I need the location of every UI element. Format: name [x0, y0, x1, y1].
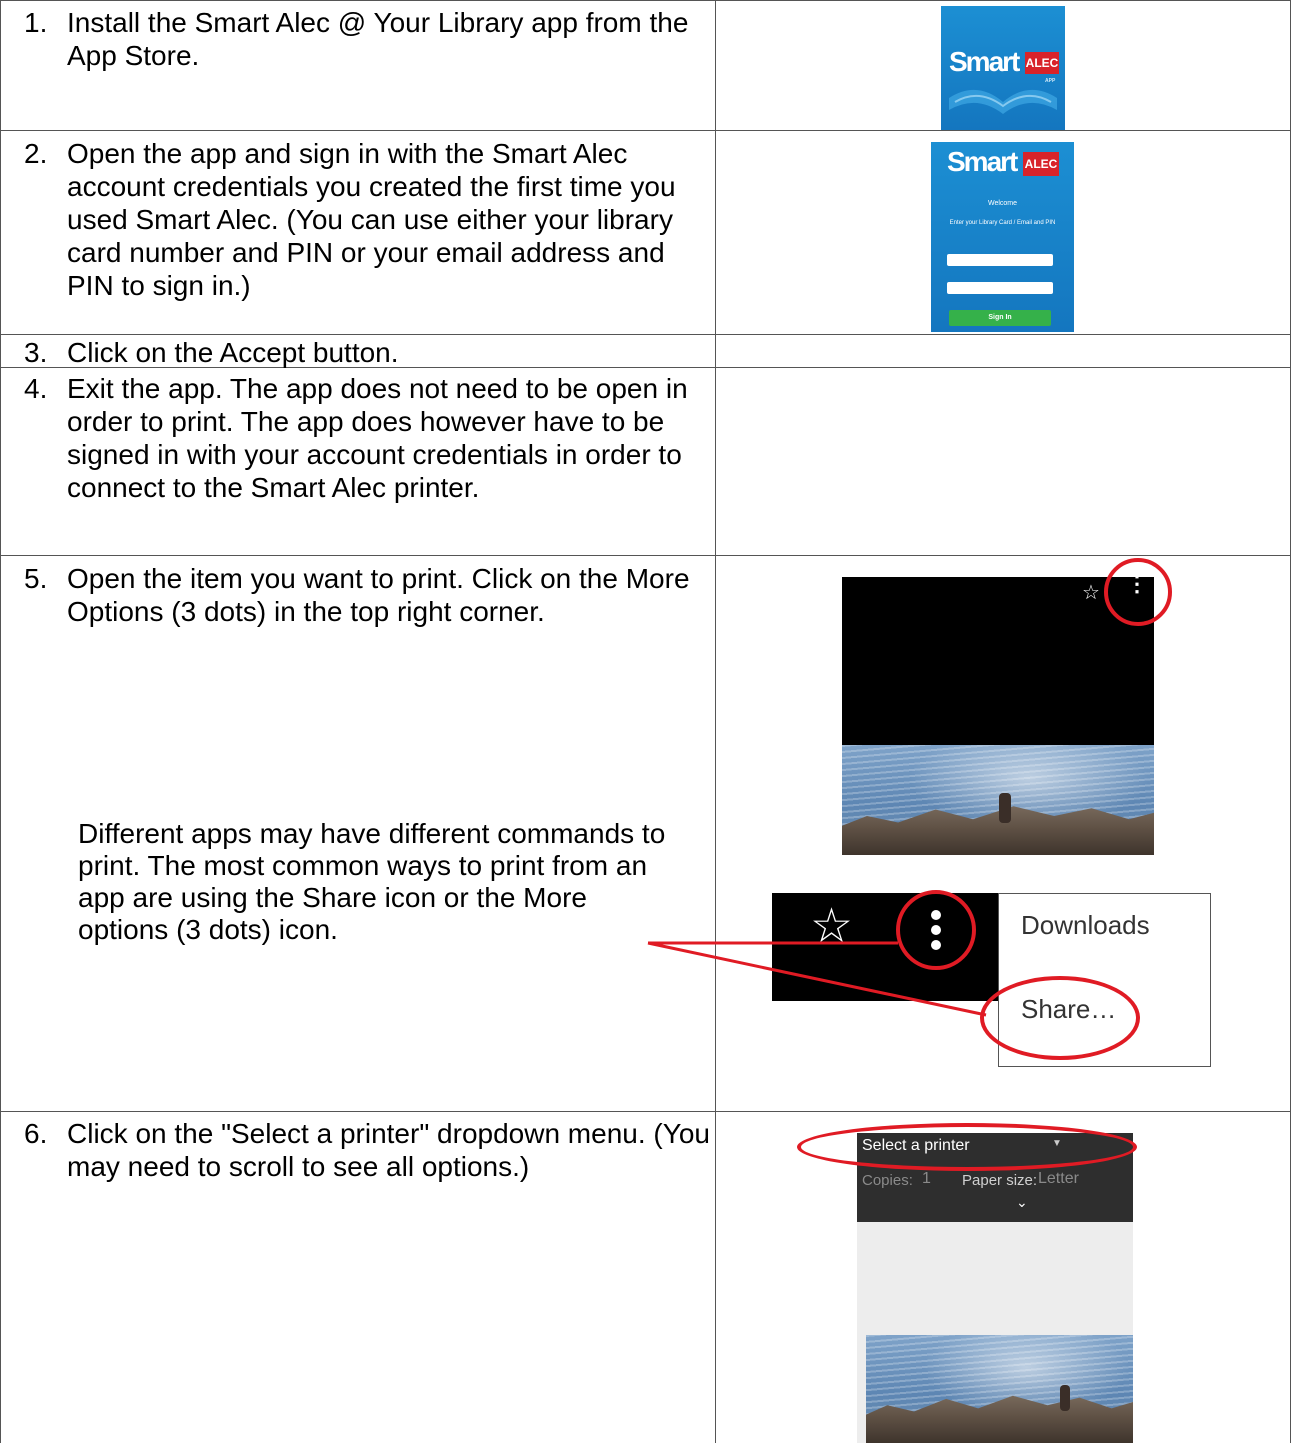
step-number: 1. [24, 7, 48, 38]
sign-in-button[interactable]: Sign In [949, 310, 1051, 326]
photo-person [999, 793, 1011, 823]
preview-person [1060, 1385, 1070, 1411]
paper-size-label: Paper size: [962, 1172, 1038, 1189]
logo-wordmark: Smart [947, 146, 1018, 177]
logo-tag: ALEC [1023, 152, 1059, 176]
logo-tag: ALEC [1025, 52, 1059, 74]
step-number: 6. [24, 1118, 48, 1149]
print-methods-note: Different apps may have different comman… [78, 818, 666, 945]
sign-in-prompt: Enter your Library Card / Email and PIN [949, 220, 1056, 226]
step-text: Open the app and sign in with the Smart … [67, 138, 676, 301]
step-text: Open the item you want to print. Click o… [67, 563, 690, 627]
paper-size-value[interactable]: Letter [1038, 1170, 1079, 1188]
column-divider [715, 0, 716, 1443]
logo-wordmark: Smart [949, 46, 1020, 77]
step-number: 4. [24, 373, 48, 404]
more-options-highlight [896, 890, 976, 970]
sign-in-screen: Smart ALEC Welcome Enter your Library Ca… [931, 142, 1074, 332]
row-divider-5 [0, 1111, 1291, 1112]
more-options-highlight [1104, 558, 1172, 626]
row-divider-1 [0, 130, 1291, 131]
copies-value[interactable]: 1 [922, 1170, 931, 1188]
row-divider-4 [0, 555, 1291, 556]
welcome-text: Welcome [987, 200, 1018, 207]
step-text: Install the Smart Alec @ Your Library ap… [67, 7, 689, 71]
step-number: 5. [24, 563, 48, 594]
table-border-left [0, 0, 1, 1443]
chevron-down-icon[interactable]: ⌄ [1016, 1194, 1028, 1211]
step-number: 3. [24, 337, 48, 368]
row-divider-2 [0, 334, 1291, 335]
select-printer-highlight [797, 1123, 1137, 1171]
menu-item-downloads[interactable]: Downloads [1021, 910, 1150, 941]
step-text: Click on the "Select a printer" dropdown… [67, 1118, 710, 1182]
copies-label: Copies: [862, 1172, 913, 1189]
star-icon: ☆ [810, 900, 854, 953]
step-text: Click on the Accept button. [67, 337, 399, 368]
step-text: Exit the app. The app does not need to b… [67, 373, 688, 503]
step-number: 2. [24, 138, 48, 169]
table-border-top [0, 0, 1291, 1]
star-icon: ☆ [1082, 582, 1100, 604]
smart-alec-app-logo: Smart ALEC APP [941, 6, 1065, 130]
toolbar-zoom [772, 893, 1008, 1001]
logo-sub: APP [1045, 78, 1056, 84]
card-email-field[interactable] [947, 254, 1053, 266]
share-highlight [980, 976, 1140, 1060]
pin-field[interactable] [947, 282, 1053, 294]
